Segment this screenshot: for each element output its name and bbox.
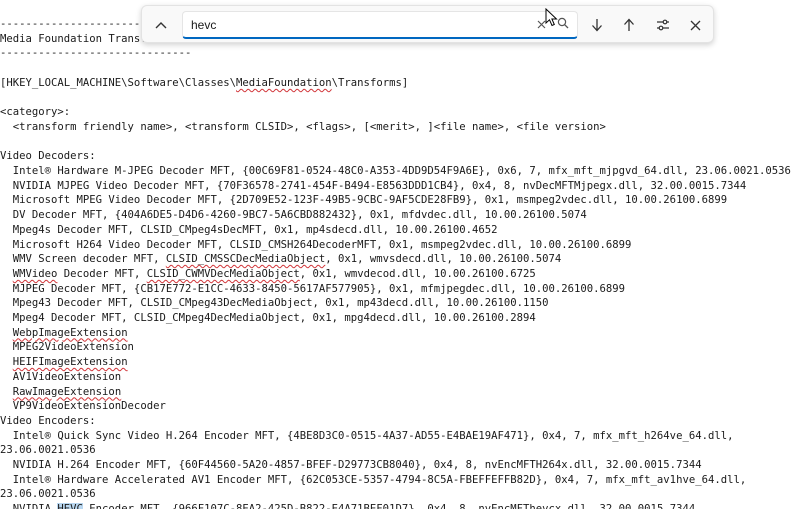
document-line: RawImageExtension bbox=[12, 385, 122, 398]
document-line: ------------------------------ bbox=[0, 47, 192, 60]
find-input[interactable] bbox=[191, 16, 521, 34]
document-line: Mpeg4s Decoder MFT, CLSID_CMpeg4sDecMFT,… bbox=[0, 223, 498, 236]
document-line: HEIFImageExtension bbox=[12, 356, 128, 369]
document-line: AV1VideoExtension bbox=[0, 370, 122, 383]
document-line: Video Decoders: bbox=[0, 150, 96, 163]
settings-sliders-icon bbox=[656, 19, 670, 31]
document-line: Intel® Hardware M-JPEG Decoder MFT, {00C… bbox=[0, 165, 791, 177]
toggle-replace-button[interactable] bbox=[148, 12, 174, 38]
search-match-highlight: HEVC bbox=[57, 503, 83, 509]
text-editor[interactable]: ------------------------------ Media Foun… bbox=[0, 0, 800, 509]
document-line: Intel® Quick Sync Video H.264 Encoder MF… bbox=[0, 429, 734, 442]
document-line: MPEG2VideoExtension bbox=[0, 341, 134, 354]
document-line: NVIDIA HEVC Encoder MFT, {966F107C-8EA2-… bbox=[0, 502, 695, 509]
arrow-down-icon bbox=[591, 18, 603, 32]
find-bar bbox=[141, 5, 714, 43]
document-line: Video Encoders: bbox=[0, 414, 96, 427]
document-line: Microsoft MPEG Video Decoder MFT, {2D709… bbox=[0, 194, 728, 207]
document-line: NVIDIA MJPEG Video Decoder MFT, {70F3657… bbox=[0, 179, 747, 192]
document-line: 23.06.0021.0536 bbox=[0, 444, 96, 457]
close-icon bbox=[690, 20, 701, 31]
document-line: <category>: bbox=[0, 106, 71, 119]
find-input-box[interactable] bbox=[182, 11, 578, 39]
document-line: VP9VideoExtensionDecoder bbox=[0, 400, 166, 413]
next-match-button[interactable] bbox=[584, 12, 610, 38]
document-line: Mpeg43 Decoder MFT, CLSID_CMpeg43DecMedi… bbox=[0, 297, 549, 310]
document-line: WebpImageExtension bbox=[12, 326, 128, 339]
document-line: MJPEG Decoder MFT, {CB17E772-E1CC-4633-8… bbox=[0, 282, 626, 295]
chevron-up-icon bbox=[155, 21, 167, 29]
close-find-button[interactable] bbox=[682, 12, 708, 38]
document-line: [HKEY_LOCAL_MACHINE\Software\Classes\Med… bbox=[0, 76, 409, 89]
document-line: WMV Screen decoder MFT, CLSID_CMSSCDecMe… bbox=[0, 253, 562, 266]
document-line: 23.06.0021.0536 bbox=[0, 488, 96, 501]
document-line: <transform friendly name>, <transform CL… bbox=[0, 120, 606, 133]
document-line: Mpeg4 Decoder MFT, CLSID_CMpeg4DecMediaO… bbox=[0, 312, 536, 324]
document-line: Intel® Hardware Accelerated AV1 Encoder … bbox=[0, 473, 747, 486]
document-line: Microsoft H264 Video Decoder MFT, CLSID_… bbox=[0, 238, 632, 251]
document-line: DV Decoder MFT, {404A6DE5-D4D6-4260-9BC7… bbox=[0, 209, 587, 222]
document-line: WMVideo Decoder MFT, CLSID_CWMVDecMediaO… bbox=[12, 267, 536, 280]
find-options-button[interactable] bbox=[650, 12, 676, 38]
mouse-pointer-icon bbox=[545, 7, 559, 32]
document-line: NVIDIA H.264 Encoder MFT, {60F44560-5A20… bbox=[0, 459, 702, 471]
arrow-up-icon bbox=[623, 18, 635, 32]
previous-match-button[interactable] bbox=[616, 12, 642, 38]
